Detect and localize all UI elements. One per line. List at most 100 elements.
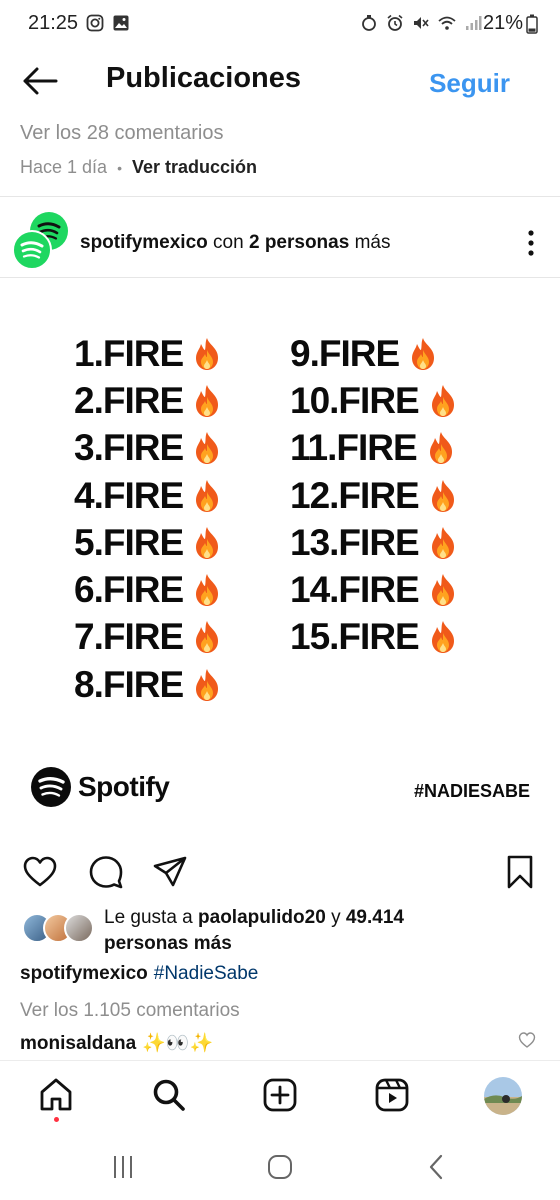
liker-avatar (64, 913, 94, 943)
fire-list-item: 14.FIRE (290, 566, 459, 613)
instagram-icon (86, 14, 104, 32)
fire-emoji-icon (196, 384, 219, 417)
collab-count[interactable]: 2 personas (249, 232, 349, 253)
fire-list-label: 7.FIRE (74, 616, 184, 658)
fire-emoji-icon (431, 526, 454, 559)
fire-emoji-icon (196, 574, 219, 607)
create-icon[interactable] (262, 1077, 298, 1113)
battery-percent: 21% (482, 12, 523, 34)
fire-emoji-icon (196, 621, 219, 654)
likes-user[interactable]: paolapulido20 (198, 907, 326, 928)
home-button-icon[interactable] (265, 1152, 295, 1182)
fire-list-item: 13.FIRE (290, 519, 459, 566)
fire-list-right: 9.FIRE 10.FIRE 11.FIRE 12.FIRE 13.FIRE 14.FIR… (290, 330, 459, 661)
status-bar: 21:25 21% (0, 0, 560, 48)
fire-list-label: 13.FIRE (290, 521, 420, 563)
alarm-icon (387, 14, 403, 31)
comment-like-heart-icon[interactable] (518, 1031, 536, 1049)
fire-list-item: 8.FIRE (74, 661, 223, 708)
gallery-icon (113, 15, 129, 31)
fire-list-label: 10.FIRE (290, 379, 420, 421)
fire-list-label: 2.FIRE (74, 379, 184, 421)
battery-icon (526, 14, 538, 34)
more-options-icon[interactable] (526, 228, 536, 258)
likes-prefix: Le gusta a (104, 907, 193, 928)
comment-preview: monisaldana ✨👀✨ (20, 1031, 540, 1057)
collab-suffix: más (354, 232, 391, 253)
collab-avatars[interactable] (12, 212, 74, 270)
fire-emoji-icon (196, 526, 219, 559)
post-author-line[interactable]: spotifymexico con 2 personas más (80, 232, 390, 254)
status-right-icons (360, 14, 482, 32)
status-time: 21:25 (28, 12, 79, 34)
fire-list-label: 8.FIRE (74, 663, 184, 705)
likes-suffix[interactable]: personas más (104, 933, 232, 954)
reels-icon[interactable] (374, 1077, 410, 1113)
fire-emoji-icon (196, 668, 219, 701)
follow-button[interactable]: Seguir (429, 68, 510, 99)
fire-emoji-icon (196, 337, 219, 370)
save-bookmark-icon[interactable] (502, 854, 538, 890)
collab-prefix: con (213, 232, 244, 253)
post-actions (0, 850, 560, 894)
home-icon[interactable] (38, 1077, 74, 1113)
fire-emoji-icon (431, 574, 454, 607)
image-hashtag: #NADIESABE (413, 781, 530, 801)
fire-list-item: 15.FIRE (290, 614, 459, 661)
spotify-brand: Spotify (30, 766, 170, 808)
spotify-logo-icon (31, 767, 71, 807)
likes-summary[interactable]: Le gusta a paolapulido20 y 49.414 person… (22, 905, 542, 957)
spotify-wordmark: Spotify (78, 771, 170, 802)
post-author-name[interactable]: spotifymexico (80, 232, 208, 253)
fire-emoji-icon (431, 479, 454, 512)
comment-icon[interactable] (88, 854, 124, 890)
data-saver-icon (362, 15, 376, 31)
like-heart-icon[interactable] (22, 854, 58, 890)
search-icon[interactable] (151, 1077, 187, 1113)
likes-count[interactable]: 49.414 (346, 907, 404, 928)
divider (0, 196, 560, 197)
profile-avatar[interactable] (484, 1077, 522, 1115)
fire-list-label: 4.FIRE (74, 474, 184, 516)
signal-icon (466, 16, 482, 30)
post-caption: spotifymexico #NadieSabe (20, 963, 258, 985)
fire-list-label: 12.FIRE (290, 474, 420, 516)
fire-list-label: 9.FIRE (290, 332, 400, 374)
avatar-spotify (12, 230, 52, 270)
previous-post-time: Hace 1 día (20, 157, 108, 177)
back-icon[interactable] (422, 1152, 452, 1182)
comment-text: ✨👀✨ (142, 1033, 214, 1054)
app-header: Publicaciones Seguir (0, 48, 560, 114)
previous-post-comments-link[interactable]: Ver los 28 comentarios (20, 122, 223, 145)
fire-emoji-icon (196, 432, 219, 465)
fire-list-item: 5.FIRE (74, 519, 223, 566)
battery-indicator: 21% (483, 12, 538, 35)
fire-emoji-icon (429, 432, 452, 465)
recents-icon[interactable] (108, 1152, 138, 1182)
likes-text: Le gusta a paolapulido20 y 49.414 person… (104, 905, 404, 957)
caption-hashtag[interactable]: #NadieSabe (154, 963, 259, 984)
fire-list-label: 11.FIRE (290, 427, 418, 469)
meta-separator: • (117, 159, 122, 176)
share-icon[interactable] (152, 854, 188, 890)
fire-list-left: 1.FIRE 2.FIRE 3.FIRE 4.FIRE 5.FIRE 6.FIRE 7.FI… (74, 330, 223, 708)
liker-avatars (22, 913, 96, 943)
system-navigation (0, 1136, 560, 1200)
caption-user[interactable]: spotifymexico (20, 963, 148, 984)
fire-list-item: 2.FIRE (74, 377, 223, 424)
fire-list-item: 7.FIRE (74, 614, 223, 661)
comment-user[interactable]: monisaldana (20, 1033, 136, 1054)
page-title: Publicaciones (106, 62, 302, 94)
back-arrow-icon[interactable] (20, 64, 60, 98)
bottom-navigation (0, 1060, 560, 1136)
status-left-icons (86, 14, 130, 32)
fire-emoji-icon (431, 384, 454, 417)
fire-list-label: 3.FIRE (74, 427, 184, 469)
fire-list-label: 15.FIRE (290, 616, 420, 658)
post-image[interactable]: 1.FIRE 2.FIRE 3.FIRE 4.FIRE 5.FIRE 6.FIRE 7.FI… (0, 278, 560, 840)
see-translation-link[interactable]: Ver traducción (132, 157, 257, 178)
view-comments-link[interactable]: Ver los 1.105 comentarios (20, 1000, 240, 1022)
post-header: spotifymexico con 2 personas más (0, 206, 560, 276)
fire-list-item: 6.FIRE (74, 566, 223, 613)
fire-list-item: 12.FIRE (290, 472, 459, 519)
